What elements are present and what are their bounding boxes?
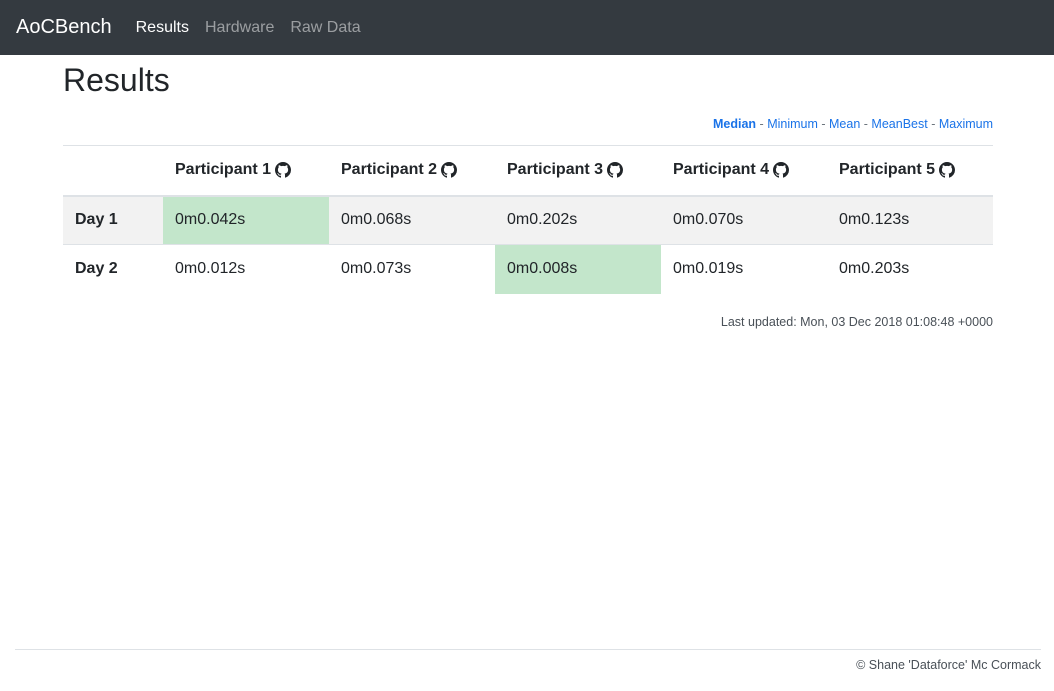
brand-link[interactable]: AoCBench bbox=[16, 16, 112, 39]
result-cell: 0m0.042s bbox=[163, 195, 329, 245]
table-row: Day 1 0m0.042s 0m0.068s 0m0.202s 0m0.070… bbox=[63, 195, 993, 245]
table-header-row: Participant 1 Participant 2 Participant … bbox=[63, 145, 993, 197]
github-icon[interactable] bbox=[441, 162, 458, 178]
participant-name: Participant 3 bbox=[507, 161, 604, 179]
participant-header: Participant 2 bbox=[329, 145, 495, 197]
result-cell: 0m0.073s bbox=[329, 244, 495, 294]
result-cell: 0m0.019s bbox=[661, 244, 827, 294]
stat-median-link[interactable]: Median bbox=[713, 117, 756, 131]
participant-name: Participant 1 bbox=[175, 161, 272, 179]
top-navbar: AoCBench Results Hardware Raw Data bbox=[0, 0, 1054, 55]
stat-meanbest-link[interactable]: MeanBest bbox=[871, 117, 927, 131]
separator: - bbox=[931, 117, 939, 131]
stat-mean-link[interactable]: Mean bbox=[829, 117, 860, 131]
github-icon[interactable] bbox=[773, 162, 790, 178]
copyright-text: © Shane 'Dataforce' Mc Cormack bbox=[856, 658, 1041, 672]
github-icon[interactable] bbox=[939, 162, 956, 178]
result-cell: 0m0.068s bbox=[341, 211, 412, 229]
participant-header: Participant 3 bbox=[495, 145, 661, 197]
nav-raw-data-link[interactable]: Raw Data bbox=[290, 19, 360, 37]
result-cell: 0m0.202s bbox=[507, 211, 578, 229]
participant-header: Participant 5 bbox=[827, 145, 993, 197]
stat-maximum-link[interactable]: Maximum bbox=[939, 117, 993, 131]
last-updated-text: Last updated: Mon, 03 Dec 2018 01:08:48 … bbox=[720, 314, 993, 329]
result-cell: 0m0.070s bbox=[673, 211, 744, 229]
result-cell: 0m0.203s bbox=[827, 244, 993, 294]
results-table: Participant 1 Participant 2 Participant … bbox=[63, 145, 993, 294]
separator: - bbox=[821, 117, 830, 131]
corner-header bbox=[63, 145, 163, 197]
statistic-selector: Median - Minimum - Mean - MeanBest - Max… bbox=[63, 117, 993, 135]
page-footer: © Shane 'Dataforce' Mc Cormack bbox=[15, 649, 1041, 672]
result-cell: 0m0.008s bbox=[495, 244, 661, 294]
main-content: Results Median - Minimum - Mean - MeanBe… bbox=[63, 55, 993, 329]
participant-name: Participant 4 bbox=[673, 161, 770, 179]
page-title: Results bbox=[63, 62, 170, 98]
github-icon[interactable] bbox=[607, 162, 624, 178]
result-cell: 0m0.012s bbox=[163, 244, 329, 294]
table-row: Day 2 0m0.012s 0m0.073s 0m0.008s 0m0.019… bbox=[63, 244, 993, 294]
participant-header: Participant 4 bbox=[661, 145, 827, 197]
nav-results-link[interactable]: Results bbox=[136, 19, 189, 37]
day-label: Day 2 bbox=[63, 244, 163, 294]
participant-name: Participant 2 bbox=[341, 161, 438, 179]
participant-header: Participant 1 bbox=[163, 145, 329, 197]
github-icon[interactable] bbox=[275, 162, 292, 178]
nav-hardware-link[interactable]: Hardware bbox=[205, 19, 274, 37]
participant-name: Participant 5 bbox=[839, 161, 936, 179]
result-cell: 0m0.123s bbox=[839, 211, 910, 229]
day-label: Day 1 bbox=[75, 211, 118, 229]
stat-minimum-link[interactable]: Minimum bbox=[767, 117, 818, 131]
